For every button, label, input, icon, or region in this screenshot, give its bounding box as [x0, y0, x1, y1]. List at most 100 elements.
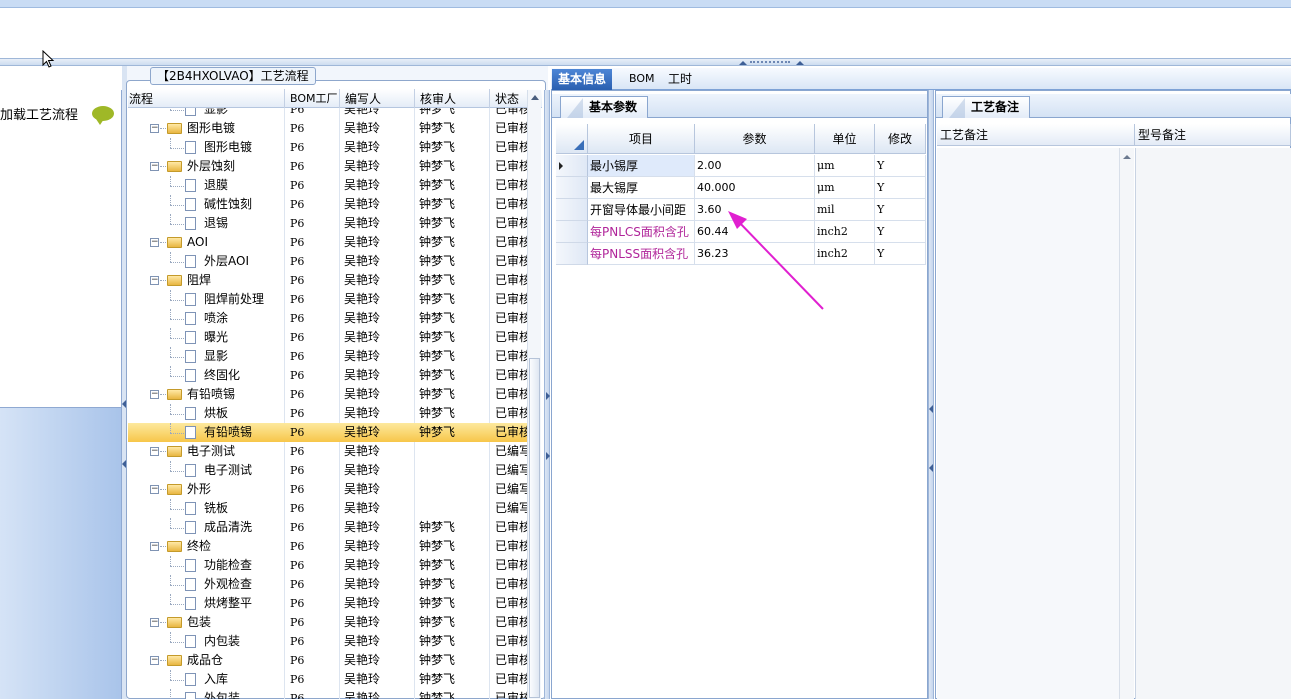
param-unit-cell[interactable]: μm [815, 177, 875, 199]
process-notes-textarea[interactable] [937, 148, 1119, 699]
collapse-toggle-icon[interactable]: − [150, 485, 159, 494]
param-item-cell[interactable]: 每PNLSS面积含孔 [588, 243, 695, 265]
tab-bom[interactable]: BOM [623, 69, 661, 90]
header-flow[interactable]: 流程 [129, 90, 153, 107]
grid-corner-header[interactable] [556, 124, 588, 154]
tree-step-row[interactable]: 外包装 P6 吴艳玲 钟梦飞 已审核 [128, 689, 528, 699]
header-modify[interactable]: 修改 [875, 124, 926, 154]
collapse-arrow-icon[interactable] [546, 392, 550, 400]
tree-reviewer: 钟梦飞 [419, 159, 456, 173]
row-header[interactable] [556, 199, 588, 221]
param-item-cell[interactable]: 最大锡厚 [588, 177, 695, 199]
notes-vertical-scrollbar[interactable] [1119, 148, 1134, 699]
header-writer[interactable]: 编写人 [345, 90, 381, 107]
tree-step-row[interactable]: 碱性蚀刻 P6 吴艳玲 钟梦飞 已审核 [128, 195, 528, 214]
collapse-toggle-icon[interactable]: − [150, 390, 159, 399]
collapse-arrow-icon[interactable] [546, 452, 550, 460]
tab-basic-params[interactable]: 基本参数 [560, 96, 649, 118]
header-reviewer[interactable]: 核审人 [420, 90, 456, 107]
model-notes-textarea[interactable] [1135, 148, 1291, 699]
param-value-cell[interactable]: 40.000 [695, 177, 815, 199]
tree-step-row[interactable]: 入库 P6 吴艳玲 钟梦飞 已审核 [128, 670, 528, 689]
tree-step-row[interactable]: 成品清洗 P6 吴艳玲 钟梦飞 已审核 [128, 518, 528, 537]
tree-step-row[interactable]: 铣板 P6 吴艳玲 已编写 [128, 499, 528, 518]
tree-step-row[interactable]: 外层AOI P6 吴艳玲 钟梦飞 已审核 [128, 252, 528, 271]
tree-group-row[interactable]: − 终检 P6 吴艳玲 钟梦飞 已审核 [128, 537, 528, 556]
tree-group-row[interactable]: − AOI P6 吴艳玲 钟梦飞 已审核 [128, 233, 528, 252]
row-header[interactable] [556, 243, 588, 265]
collapse-toggle-icon[interactable]: − [150, 238, 159, 247]
tree-vertical-scrollbar[interactable] [527, 90, 541, 699]
param-item-cell[interactable]: 每PNLCS面积含孔 [588, 221, 695, 243]
param-modify-cell[interactable]: Y [875, 221, 926, 243]
collapse-toggle-icon[interactable]: − [150, 124, 159, 133]
row-header[interactable] [556, 155, 588, 177]
collapse-toggle-icon[interactable]: − [150, 618, 159, 627]
select-all-icon[interactable] [574, 140, 584, 150]
tree-step-row[interactable]: 功能检查 P6 吴艳玲 钟梦飞 已审核 [128, 556, 528, 575]
tab-basic-info[interactable]: 基本信息 [552, 69, 613, 90]
tree-step-row[interactable]: 电子测试 P6 吴艳玲 已编写 [128, 461, 528, 480]
param-value-cell[interactable]: 2.00 [695, 155, 815, 177]
row-header[interactable] [556, 221, 588, 243]
splitter-up-arrow-icon[interactable] [739, 61, 747, 65]
collapse-arrow-icon[interactable] [929, 405, 933, 413]
param-modify-cell[interactable]: Y [875, 177, 926, 199]
tree-step-row[interactable]: 终固化 P6 吴艳玲 钟梦飞 已审核 [128, 366, 528, 385]
tree-status: 已审核 [495, 140, 528, 154]
tree-group-row[interactable]: − 阻焊 P6 吴艳玲 钟梦飞 已审核 [128, 271, 528, 290]
tree-group-row[interactable]: − 外形 P6 吴艳玲 已编写 [128, 480, 528, 499]
folder-icon [167, 617, 182, 628]
tree-group-row[interactable]: − 包装 P6 吴艳玲 钟梦飞 已审核 [128, 613, 528, 632]
param-modify-cell[interactable]: Y [875, 155, 926, 177]
tree-step-row[interactable]: 退锡 P6 吴艳玲 钟梦飞 已审核 [128, 214, 528, 233]
tree-writer: 吴艳玲 [344, 558, 381, 572]
param-item-cell[interactable]: 开窗导体最小间距 [588, 199, 695, 221]
header-status[interactable]: 状态 [495, 90, 519, 107]
load-process-flow-label[interactable]: 加载工艺流程 [0, 104, 78, 123]
param-modify-cell[interactable]: Y [875, 199, 926, 221]
tree-step-row[interactable]: 曝光 P6 吴艳玲 钟梦飞 已审核 [128, 328, 528, 347]
row-header[interactable] [556, 177, 588, 199]
collapse-toggle-icon[interactable]: − [150, 276, 159, 285]
horizontal-splitter[interactable] [0, 58, 1291, 66]
tree-group-row[interactable]: − 图形电镀 P6 吴艳玲 钟梦飞 已审核 [128, 119, 528, 138]
tree-step-row[interactable]: 退膜 P6 吴艳玲 钟梦飞 已审核 [128, 176, 528, 195]
tab-work-hours[interactable]: 工时 [662, 69, 698, 90]
header-param[interactable]: 参数 [695, 124, 815, 154]
splitter-grip-icon[interactable] [750, 61, 790, 63]
tree-step-row[interactable]: 烘板 P6 吴艳玲 钟梦飞 已审核 [128, 404, 528, 423]
header-unit[interactable]: 单位 [815, 124, 875, 154]
speech-bubble-icon[interactable] [92, 106, 114, 125]
param-item-cell[interactable]: 最小锡厚 [588, 155, 695, 177]
collapse-toggle-icon[interactable]: − [150, 542, 159, 551]
header-bom-factory[interactable]: BOM工厂 [290, 90, 338, 106]
collapse-toggle-icon[interactable]: − [150, 656, 159, 665]
collapse-toggle-icon[interactable]: − [150, 447, 159, 456]
tree-bom-factory: P6 [290, 559, 305, 572]
tree-step-row[interactable]: 有铅喷锡 P6 吴艳玲 钟梦飞 已审核 [128, 423, 528, 442]
param-unit-cell[interactable]: μm [815, 155, 875, 177]
tree-step-row[interactable]: 外观检查 P6 吴艳玲 钟梦飞 已审核 [128, 575, 528, 594]
splitter-up-arrow-icon[interactable] [796, 61, 804, 65]
scroll-up-arrow-icon[interactable] [531, 95, 539, 100]
tree-step-row[interactable]: 图形电镀 P6 吴艳玲 钟梦飞 已审核 [128, 138, 528, 157]
tree-group-row[interactable]: − 成品仓 P6 吴艳玲 钟梦飞 已审核 [128, 651, 528, 670]
collapse-toggle-icon[interactable]: − [150, 162, 159, 171]
tree-group-row[interactable]: − 电子测试 P6 吴艳玲 已编写 [128, 442, 528, 461]
param-modify-cell[interactable]: Y [875, 243, 926, 265]
tree-step-row[interactable]: 内包装 P6 吴艳玲 钟梦飞 已审核 [128, 632, 528, 651]
collapse-arrow-icon[interactable] [929, 464, 933, 472]
tree-group-row[interactable]: − 外层蚀刻 P6 吴艳玲 钟梦飞 已审核 [128, 157, 528, 176]
tree-step-row[interactable]: 烘烤整平 P6 吴艳玲 钟梦飞 已审核 [128, 594, 528, 613]
tree-step-row[interactable]: 喷涂 P6 吴艳玲 钟梦飞 已审核 [128, 309, 528, 328]
tree-step-row[interactable]: 显影 P6 吴艳玲 钟梦飞 已审核 [128, 108, 528, 119]
scrollbar-thumb[interactable] [529, 358, 540, 698]
right-splitter[interactable] [928, 90, 934, 699]
header-item[interactable]: 项目 [588, 124, 695, 154]
tab-process-notes[interactable]: 工艺备注 [942, 96, 1031, 118]
scroll-up-arrow-icon[interactable] [1123, 155, 1131, 159]
tree-step-row[interactable]: 显影 P6 吴艳玲 钟梦飞 已审核 [128, 347, 528, 366]
tree-group-row[interactable]: − 有铅喷锡 P6 吴艳玲 钟梦飞 已审核 [128, 385, 528, 404]
tree-step-row[interactable]: 阻焊前处理 P6 吴艳玲 钟梦飞 已审核 [128, 290, 528, 309]
